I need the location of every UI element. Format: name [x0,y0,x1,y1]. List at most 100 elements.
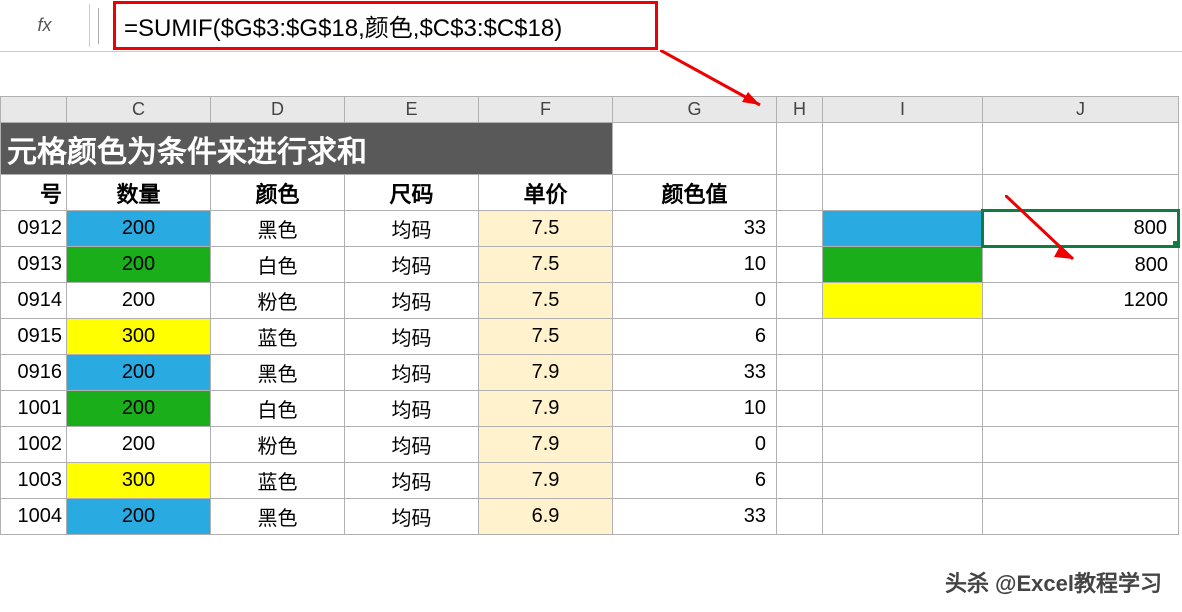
cell[interactable] [983,319,1179,355]
cell-price[interactable]: 7.9 [479,391,613,427]
cell[interactable] [777,463,823,499]
cell-price[interactable]: 7.9 [479,463,613,499]
cell-id[interactable]: 1003 [1,463,67,499]
cell-cval[interactable]: 10 [613,247,777,283]
cell-id[interactable]: 0916 [1,355,67,391]
cell-price[interactable]: 7.9 [479,355,613,391]
cell-id[interactable]: 1004 [1,499,67,535]
hdr-qty[interactable]: 数量 [67,175,211,211]
cell[interactable] [983,355,1179,391]
colhdr-I[interactable]: I [823,97,983,123]
cell-cval[interactable]: 33 [613,499,777,535]
sum-result-cell[interactable]: 800 [983,247,1179,283]
cell[interactable] [983,499,1179,535]
cell-id[interactable]: 1001 [1,391,67,427]
cell-price[interactable]: 7.9 [479,427,613,463]
cell-size[interactable]: 均码 [345,247,479,283]
cell[interactable] [777,391,823,427]
cell-cval[interactable]: 33 [613,355,777,391]
cell-size[interactable]: 均码 [345,283,479,319]
colhdr-F[interactable]: F [479,97,613,123]
cell-price[interactable]: 7.5 [479,211,613,247]
cell-color[interactable]: 黑色 [211,499,345,535]
cell[interactable] [777,175,823,211]
cell[interactable] [983,123,1179,175]
hdr-price[interactable]: 单价 [479,175,613,211]
colhdr-C[interactable]: C [67,97,211,123]
cell-size[interactable]: 均码 [345,211,479,247]
spreadsheet-grid[interactable]: C D E F G H I J 元格颜色为条件来进行求和 号 数量 颜色 尺码 … [0,96,1182,535]
cell-cval[interactable]: 6 [613,319,777,355]
cell[interactable] [823,123,983,175]
cell-id[interactable]: 0912 [1,211,67,247]
cell-size[interactable]: 均码 [345,463,479,499]
cell-cval[interactable]: 6 [613,463,777,499]
hdr-color[interactable]: 颜色 [211,175,345,211]
cell[interactable] [823,175,983,211]
cell[interactable] [823,319,983,355]
cell[interactable] [823,391,983,427]
cell-price[interactable]: 6.9 [479,499,613,535]
cell-color[interactable]: 蓝色 [211,319,345,355]
color-swatch[interactable] [823,211,983,247]
color-swatch[interactable] [823,247,983,283]
cell-size[interactable]: 均码 [345,355,479,391]
colhdr-D[interactable]: D [211,97,345,123]
cell-id[interactable]: 1002 [1,427,67,463]
fx-icon[interactable]: fx [0,4,90,47]
cell[interactable] [823,463,983,499]
cell-id[interactable]: 0914 [1,283,67,319]
cell-qty[interactable]: 200 [67,427,211,463]
colhdr-J[interactable]: J [983,97,1179,123]
cell[interactable] [777,247,823,283]
cell-qty[interactable]: 200 [67,499,211,535]
cell-qty[interactable]: 200 [67,247,211,283]
cell-size[interactable]: 均码 [345,391,479,427]
cell[interactable] [823,499,983,535]
cell-price[interactable]: 7.5 [479,319,613,355]
cell-id[interactable]: 0915 [1,319,67,355]
cell-qty[interactable]: 300 [67,319,211,355]
cell-qty[interactable]: 200 [67,283,211,319]
colhdr-H[interactable]: H [777,97,823,123]
cell-qty[interactable]: 200 [67,391,211,427]
cell[interactable] [613,123,777,175]
fill-handle[interactable] [1173,241,1179,247]
cell[interactable] [777,499,823,535]
cell[interactable] [777,319,823,355]
cell[interactable] [777,211,823,247]
cell-cval[interactable]: 10 [613,391,777,427]
cell-size[interactable]: 均码 [345,499,479,535]
cell-qty[interactable]: 200 [67,211,211,247]
column-headers[interactable]: C D E F G H I J [1,97,1179,123]
cell-color[interactable]: 粉色 [211,283,345,319]
hdr-size[interactable]: 尺码 [345,175,479,211]
sum-result-cell[interactable]: 1200 [983,283,1179,319]
cell-color[interactable]: 蓝色 [211,463,345,499]
cell-color[interactable]: 粉色 [211,427,345,463]
cell[interactable] [777,283,823,319]
sum-result-cell[interactable]: 800 [983,211,1179,247]
colhdr-E[interactable]: E [345,97,479,123]
color-swatch[interactable] [823,283,983,319]
cell[interactable] [823,427,983,463]
cell-color[interactable]: 黑色 [211,211,345,247]
cell-cval[interactable]: 33 [613,211,777,247]
cell-qty[interactable]: 300 [67,463,211,499]
cell-cval[interactable]: 0 [613,427,777,463]
cell-color[interactable]: 黑色 [211,355,345,391]
cell[interactable] [983,463,1179,499]
cell-cval[interactable]: 0 [613,283,777,319]
cell-color[interactable]: 白色 [211,247,345,283]
cell-id[interactable]: 0913 [1,247,67,283]
cell-size[interactable]: 均码 [345,427,479,463]
cell-size[interactable]: 均码 [345,319,479,355]
cell[interactable] [777,355,823,391]
cell[interactable] [777,123,823,175]
cell[interactable] [823,355,983,391]
hdr-cval[interactable]: 颜色值 [613,175,777,211]
hdr-id[interactable]: 号 [1,175,67,211]
colhdr-B[interactable] [1,97,67,123]
cell[interactable] [983,175,1179,211]
cell[interactable] [777,427,823,463]
